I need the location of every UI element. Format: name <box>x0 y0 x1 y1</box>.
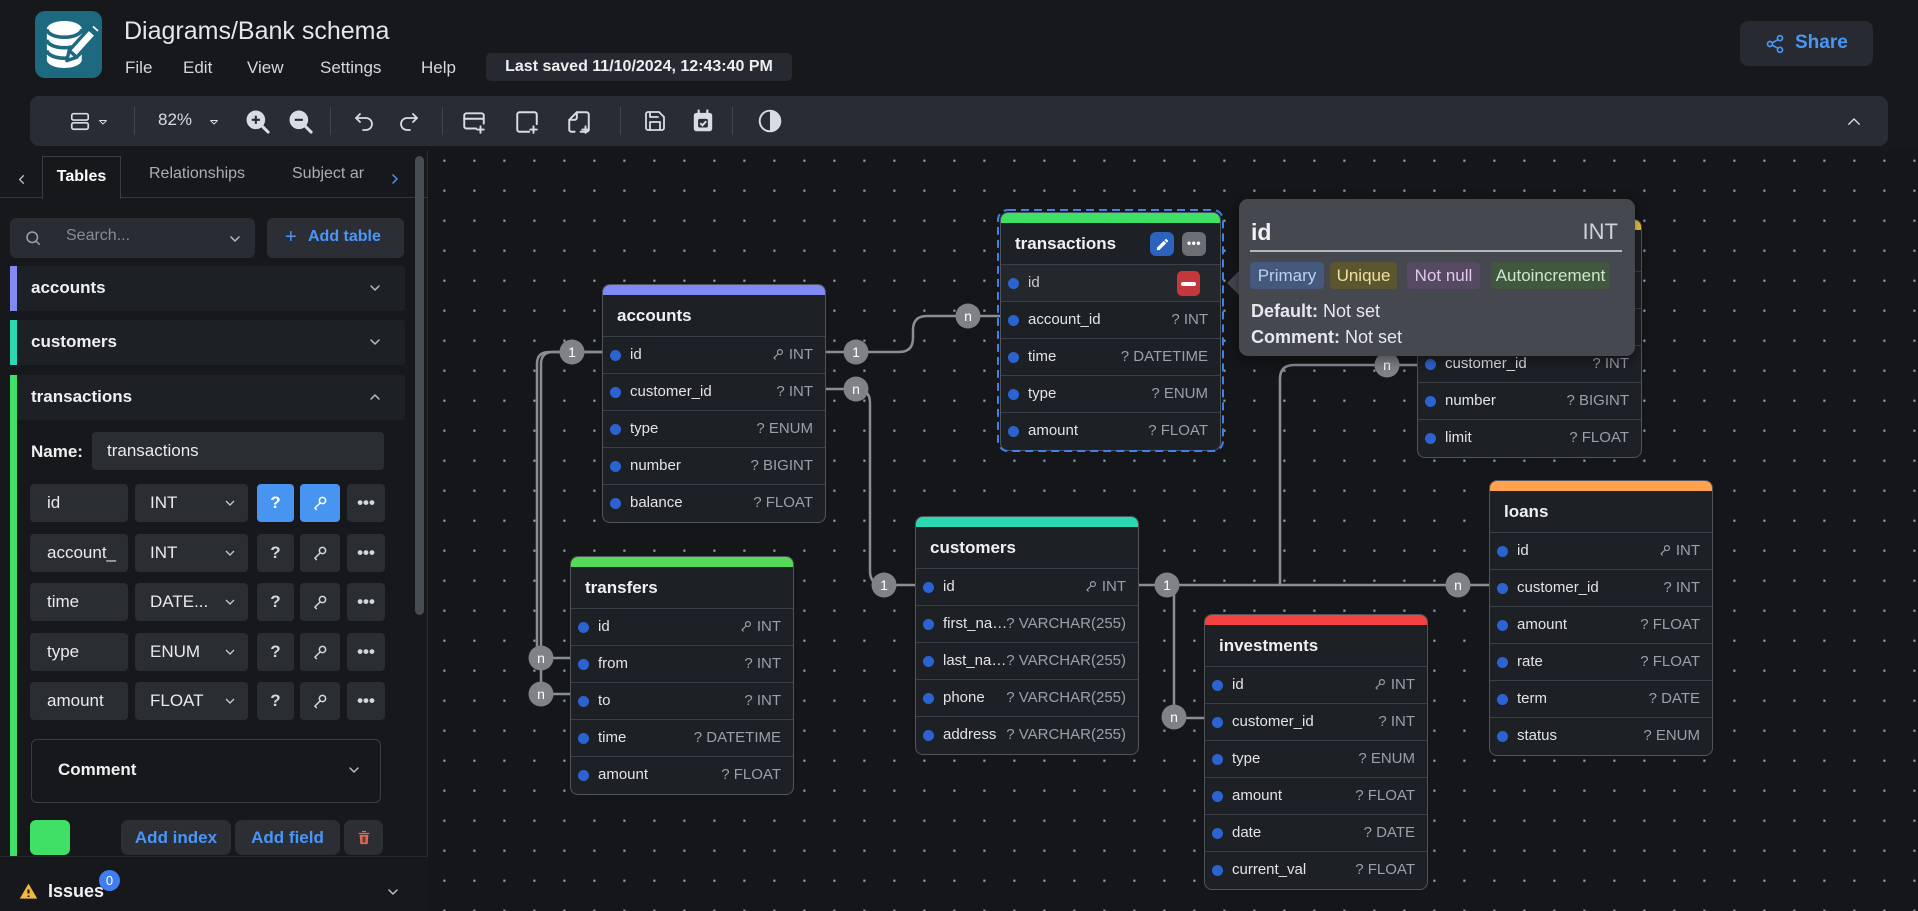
svg-text:1: 1 <box>852 344 860 360</box>
svg-text:n: n <box>1454 577 1462 593</box>
svg-text:n: n <box>852 381 860 397</box>
svg-text:n: n <box>537 686 545 702</box>
svg-text:n: n <box>1383 357 1391 373</box>
svg-text:1: 1 <box>880 577 888 593</box>
svg-text:1: 1 <box>568 344 576 360</box>
svg-text:n: n <box>1170 709 1178 725</box>
svg-text:n: n <box>964 308 972 324</box>
svg-text:1: 1 <box>1163 577 1171 593</box>
svg-text:n: n <box>537 650 545 666</box>
